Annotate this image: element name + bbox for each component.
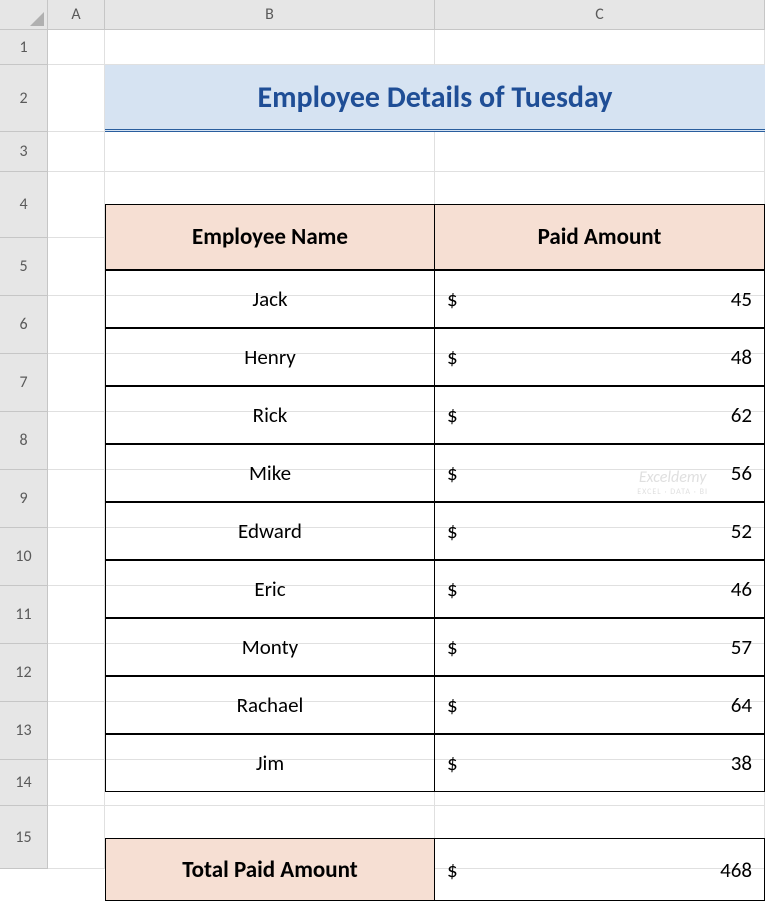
amount-value: 38 [731,750,752,776]
column-headers: A B C [0,0,768,30]
table-row: Henry $48 [105,328,765,386]
employee-name-cell[interactable]: Jim [105,734,435,792]
currency-symbol: $ [447,692,458,718]
cell-C3[interactable] [435,132,765,172]
cell-A1[interactable] [48,30,105,65]
cell-A11[interactable] [48,586,105,644]
table-row: Eric $46 [105,560,765,618]
amount-value: 52 [731,518,752,544]
cell-A9[interactable] [48,470,105,528]
employee-name-cell[interactable]: Rachael [105,676,435,734]
sheet-title-text: Employee Details of Tuesday [258,79,613,116]
currency-symbol: $ [447,518,458,544]
row-header-2[interactable]: 2 [0,65,48,132]
employee-name-cell[interactable]: Monty [105,618,435,676]
paid-amount-cell[interactable]: $38 [435,734,765,792]
row-header-13[interactable]: 13 [0,702,48,760]
row-header-8[interactable]: 8 [0,412,48,470]
table-row: Rick $62 [105,386,765,444]
select-all-corner[interactable] [0,0,48,30]
col-header-B[interactable]: B [105,0,435,30]
paid-amount-cell[interactable]: $57 [435,618,765,676]
cell-B1[interactable] [105,30,435,65]
table-header-row: Employee Name Paid Amount [105,204,765,270]
total-label[interactable]: Total Paid Amount [105,838,435,901]
cell-A13[interactable] [48,702,105,760]
row-header-15[interactable]: 15 [0,806,48,869]
row-header-5[interactable]: 5 [0,238,48,296]
employee-name-cell[interactable]: Mike [105,444,435,502]
paid-amount-cell[interactable]: $46 [435,560,765,618]
cell-A2[interactable] [48,65,105,132]
employee-name-cell[interactable]: Edward [105,502,435,560]
paid-amount-cell[interactable]: $48 [435,328,765,386]
cell-A5[interactable] [48,238,105,296]
currency-symbol: $ [447,634,458,660]
paid-amount-cell[interactable]: $62 [435,386,765,444]
cell-A15[interactable] [48,806,105,869]
table-row: Rachael $64 [105,676,765,734]
amount-value: 48 [731,344,752,370]
cell-A10[interactable] [48,528,105,586]
employee-name-cell[interactable]: Rick [105,386,435,444]
amount-value: 62 [731,402,752,428]
amount-value: 57 [731,634,752,660]
amount-value: 46 [731,576,752,602]
cell-A4[interactable] [48,172,105,238]
employee-name-cell[interactable]: Jack [105,270,435,328]
cell-A14[interactable] [48,760,105,806]
employee-name-cell[interactable]: Henry [105,328,435,386]
header-employee-name[interactable]: Employee Name [105,204,435,270]
cell-B3[interactable] [105,132,435,172]
col-header-C[interactable]: C [435,0,765,30]
cell-A3[interactable] [48,132,105,172]
row-header-11[interactable]: 11 [0,586,48,644]
amount-value: 45 [731,286,752,312]
employee-table: Employee Name Paid Amount Jack $45 Henry… [105,204,765,792]
row-header-6[interactable]: 6 [0,296,48,354]
cell-C1[interactable] [435,30,765,65]
sheet-title[interactable]: Employee Details of Tuesday [105,65,765,132]
currency-symbol: $ [447,460,458,486]
currency-symbol: $ [447,576,458,602]
row-header-9[interactable]: 9 [0,470,48,528]
table-row: Edward $52 [105,502,765,560]
total-value-cell[interactable]: $468 [435,838,765,901]
header-paid-amount[interactable]: Paid Amount [435,204,765,270]
total-row: Total Paid Amount $468 [105,838,765,901]
employee-name-cell[interactable]: Eric [105,560,435,618]
table-row: Mike $56 [105,444,765,502]
row-header-10[interactable]: 10 [0,528,48,586]
table-row: Jim $38 [105,734,765,792]
cell-A12[interactable] [48,644,105,702]
col-header-A[interactable]: A [48,0,105,30]
amount-value: 56 [731,460,752,486]
table-row: Jack $45 [105,270,765,328]
cell-A7[interactable] [48,354,105,412]
row-header-14[interactable]: 14 [0,760,48,806]
cell-A8[interactable] [48,412,105,470]
paid-amount-cell[interactable]: $56 [435,444,765,502]
row-header-4[interactable]: 4 [0,172,48,238]
currency-symbol: $ [447,750,458,776]
currency-symbol: $ [447,344,458,370]
currency-symbol: $ [447,402,458,428]
table-row: Monty $57 [105,618,765,676]
row-header-7[interactable]: 7 [0,354,48,412]
paid-amount-cell[interactable]: $52 [435,502,765,560]
row-header-3[interactable]: 3 [0,132,48,172]
currency-symbol: $ [447,857,458,883]
paid-amount-cell[interactable]: $45 [435,270,765,328]
paid-amount-cell[interactable]: $64 [435,676,765,734]
amount-value: 64 [731,692,752,718]
currency-symbol: $ [447,286,458,312]
total-amount: 468 [720,857,752,883]
row-header-12[interactable]: 12 [0,644,48,702]
row-header-1[interactable]: 1 [0,30,48,65]
cell-A6[interactable] [48,296,105,354]
